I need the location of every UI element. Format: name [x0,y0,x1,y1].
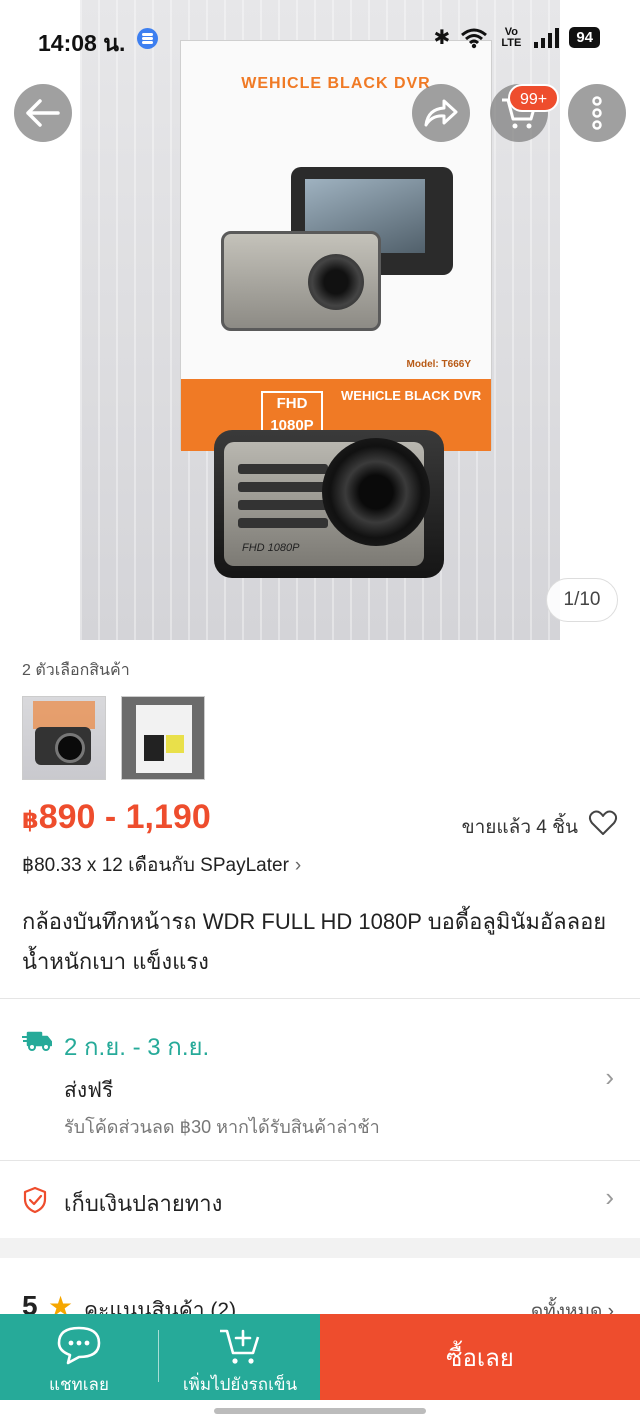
divider [158,1330,159,1382]
truck-icon [22,1031,52,1051]
chevron-right-icon: › [605,1062,614,1092]
cart-add-icon [220,1329,260,1364]
variant-thumbnail[interactable] [22,696,106,780]
network-type: Vo LTE [501,25,522,49]
shipping-free: ส่งฟรี [64,1079,114,1102]
more-vertical-icon [592,96,602,130]
section-gap [0,1238,640,1258]
dashcam: FHD 1080P [214,430,444,578]
add-to-cart-label: เพิ่มไปยังรถเข็น [182,1375,298,1394]
chat-label: แชทเลย [49,1375,109,1394]
wifi-icon [461,28,488,48]
buy-now-label: ซื้อเลย [446,1344,514,1372]
box-brand: WEHICLE BLACK DVR [341,388,482,403]
chat-icon [57,1326,101,1365]
camera-label: FHD 1080P [242,542,300,554]
home-indicator[interactable] [214,1408,426,1414]
image-counter: 1/10 [546,578,618,622]
price-range: ฿890 - 1,190 [22,798,211,837]
back-button[interactable] [14,84,72,142]
divider [0,998,640,999]
share-icon [424,99,458,127]
variant-count-label: 2 ตัวเลือกสินค้า [22,662,130,679]
installment-text: ฿80.33 x 12 เดือนกับ SPayLater [22,855,289,876]
chevron-right-icon: › [605,1182,614,1212]
signal-icon [534,27,560,48]
buy-now-button[interactable]: ซื้อเลย [320,1314,640,1400]
bottom-bar-left: แชทเลย เพิ่มไปยังรถเข็น [0,1314,320,1400]
chat-button[interactable]: แชทเลย [0,1314,158,1400]
add-to-cart-button[interactable]: เพิ่มไปยังรถเข็น [160,1314,320,1400]
installment-link[interactable]: ฿80.33 x 12 เดือนกับ SPayLater › [22,850,301,880]
shipping-date: 2 ก.ย. - 3 ก.ย. [64,1034,210,1061]
chevron-right-icon: › [294,855,302,876]
divider [0,1160,640,1161]
price-currency: ฿ [22,807,39,834]
bottom-action-bar: แชทเลย เพิ่มไปยังรถเข็น ซื้อเลย [0,1314,640,1400]
shipping-note: รับโค้ดส่วนลด ฿30 หากได้รับสินค้าล่าช้า [64,1117,380,1137]
cart-count-badge: 99+ [508,84,560,112]
notification-icon [137,28,158,49]
share-button[interactable] [412,84,470,142]
arrow-left-icon [26,99,60,127]
status-bar: 14:08 น. ✱ Vo LTE 94 [0,0,640,76]
product-title: กล้องบันทึกหน้ารถ WDR FULL HD 1080P บอดี… [22,909,607,974]
sold-count: ขายแล้ว 4 ชิ้น [461,817,578,838]
heart-icon[interactable] [588,808,618,838]
more-button[interactable] [568,84,626,142]
variant-thumbnail[interactable] [121,696,205,780]
box-model: Model: T666Y [406,359,471,370]
battery-level: 94 [569,27,600,48]
cod-label: เก็บเงินปลายทาง [64,1191,223,1216]
shield-check-icon [23,1186,47,1214]
price-value: 890 - 1,190 [38,798,211,836]
bluetooth-icon: ✱ [433,27,451,49]
rating-row[interactable]: 5 ★ คะแนนสินค้า (2) ดูทั้งหมด › [0,1258,640,1318]
product-photo: WEHICLE BLACK DVR Model: T666Y FHD 1080P… [80,0,560,640]
status-time: 14:08 น. [38,30,126,56]
